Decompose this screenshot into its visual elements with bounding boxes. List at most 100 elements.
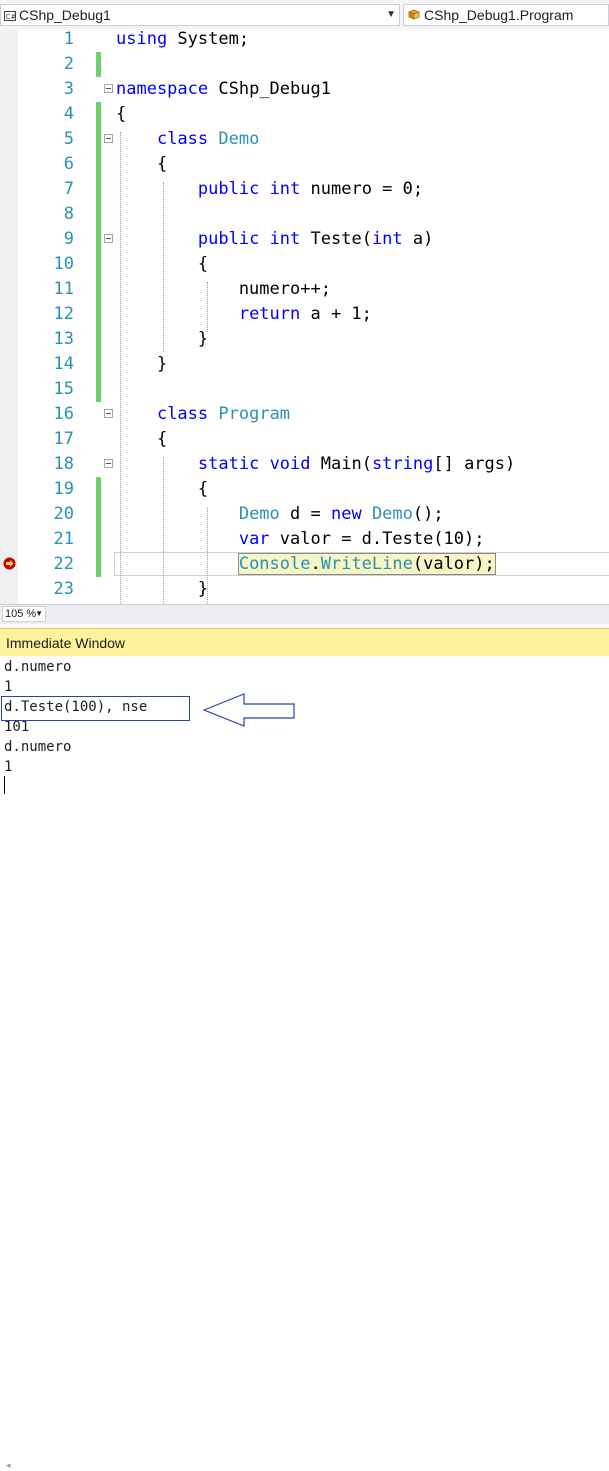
change-indicator [96, 52, 101, 77]
text-caret [4, 776, 5, 794]
svg-text:C#: C# [6, 13, 17, 21]
code-line[interactable]: 16 class Program [0, 402, 609, 427]
code-token: a + 1; [300, 304, 372, 324]
code-line[interactable]: 20 Demo d = new Demo(); [0, 502, 609, 527]
change-indicator [96, 377, 101, 402]
code-line[interactable]: 13 } [0, 327, 609, 352]
code-text: { [116, 152, 167, 177]
indent-guide [163, 182, 164, 352]
code-line[interactable]: 3 namespace CShp_Debug1 [0, 77, 609, 102]
change-indicator [96, 477, 101, 502]
code-token: { [116, 104, 127, 124]
code-text: class Demo [116, 127, 259, 152]
code-line[interactable]: 14 } [0, 352, 609, 377]
code-line[interactable]: 8 [0, 202, 609, 227]
line-number: 2 [63, 54, 74, 74]
zoom-level-select[interactable]: 105 % ▼ [2, 606, 46, 622]
line-number: 12 [53, 304, 74, 324]
scroll-left-icon[interactable]: ◂ [6, 1460, 11, 1471]
line-number: 23 [53, 579, 74, 599]
code-line[interactable]: 4{ [0, 102, 609, 127]
code-token: using [116, 30, 168, 49]
immediate-window-console[interactable]: d.numero 1 d.Teste(100), nse 101 d.numero 1 ◂ [0, 656, 609, 1470]
code-token: [] args) [433, 454, 516, 474]
code-editor[interactable]: 1 using System; 2 3 namespace CShp_Debug1 4{5… [0, 30, 609, 604]
code-token: } [116, 354, 168, 374]
code-line[interactable]: 18 static void Main(string[] args) [0, 452, 609, 477]
collapse-region-icon[interactable] [104, 459, 113, 468]
line-number: 1 [63, 30, 74, 49]
code-token: (); [412, 504, 444, 524]
chevron-down-icon: ▼ [386, 9, 396, 20]
breakpoint-current-statement-icon[interactable] [3, 557, 16, 570]
code-token: valor = d.Teste(10); [269, 529, 485, 549]
collapse-region-icon[interactable] [104, 409, 113, 418]
line-number: 10 [53, 254, 74, 274]
immediate-line: 1 [4, 759, 13, 775]
code-line[interactable]: 5 class Demo [0, 127, 609, 152]
code-line[interactable]: 15 [0, 377, 609, 402]
change-indicator [96, 352, 101, 377]
immediate-window-title: Immediate Window [6, 635, 126, 651]
code-token: class [156, 404, 209, 424]
change-indicator [96, 102, 101, 127]
chevron-down-icon: ▼ [35, 609, 43, 618]
code-line[interactable]: 10 { [0, 252, 609, 277]
line-number: 9 [63, 229, 74, 249]
code-token: Teste( [300, 229, 372, 249]
project-combo[interactable]: C# CShp_Debug1 ▼ [0, 4, 400, 26]
change-indicator [96, 127, 101, 152]
collapse-region-icon[interactable] [104, 234, 113, 243]
code-text: numero++; [116, 277, 331, 302]
code-token: return [238, 304, 301, 324]
code-token: public [197, 229, 260, 249]
annotation-left-arrow-icon [202, 693, 295, 727]
code-line[interactable]: 19 { [0, 477, 609, 502]
immediate-window-title-bar[interactable]: Immediate Window [0, 628, 609, 656]
code-line[interactable]: 23 } [0, 577, 609, 602]
indent-guide [207, 282, 208, 332]
change-indicator [96, 277, 101, 302]
line-number: 4 [63, 104, 74, 124]
code-token: Demo [218, 129, 260, 149]
code-line[interactable]: 17 { [0, 427, 609, 452]
change-indicator [96, 227, 101, 252]
code-token: Demo [371, 504, 413, 524]
code-line[interactable]: 7 public int numero = 0; [0, 177, 609, 202]
change-indicator [96, 327, 101, 352]
indent-guide [163, 457, 164, 604]
code-token: System; [167, 30, 250, 49]
code-line[interactable]: 12 return a + 1; [0, 302, 609, 327]
code-text: Demo d = new Demo(); [116, 502, 444, 527]
collapse-region-icon[interactable] [104, 134, 113, 143]
line-number: 16 [53, 404, 74, 424]
code-token: numero = 0; [300, 179, 424, 199]
code-line[interactable]: 2 [0, 52, 609, 77]
line-number: 17 [53, 429, 74, 449]
code-token: Program [218, 404, 291, 424]
change-indicator [96, 552, 101, 577]
editor-status-bar: 105 % ▼ [0, 604, 609, 624]
current-line-indicator [114, 552, 609, 576]
line-number: 15 [53, 379, 74, 399]
collapse-region-icon[interactable] [104, 84, 113, 93]
code-line[interactable]: 1 using System; [0, 30, 609, 52]
project-combo-label: CShp_Debug1 [19, 7, 111, 23]
code-token: { [116, 429, 168, 449]
code-token: a) [402, 229, 434, 249]
code-token: d = [279, 504, 331, 524]
zoom-level-value: 105 % [5, 608, 37, 620]
line-number: 13 [53, 329, 74, 349]
navigation-bar: C# CShp_Debug1 ▼ CShp_Debug1.Program [0, 0, 609, 31]
code-line[interactable]: 9 public int Teste(int a) [0, 227, 609, 252]
type-combo[interactable]: CShp_Debug1.Program [403, 4, 609, 26]
line-number: 3 [63, 79, 74, 99]
code-line[interactable]: 6 { [0, 152, 609, 177]
code-line[interactable]: 11 numero++; [0, 277, 609, 302]
code-line[interactable]: 21 var valor = d.Teste(10); [0, 527, 609, 552]
